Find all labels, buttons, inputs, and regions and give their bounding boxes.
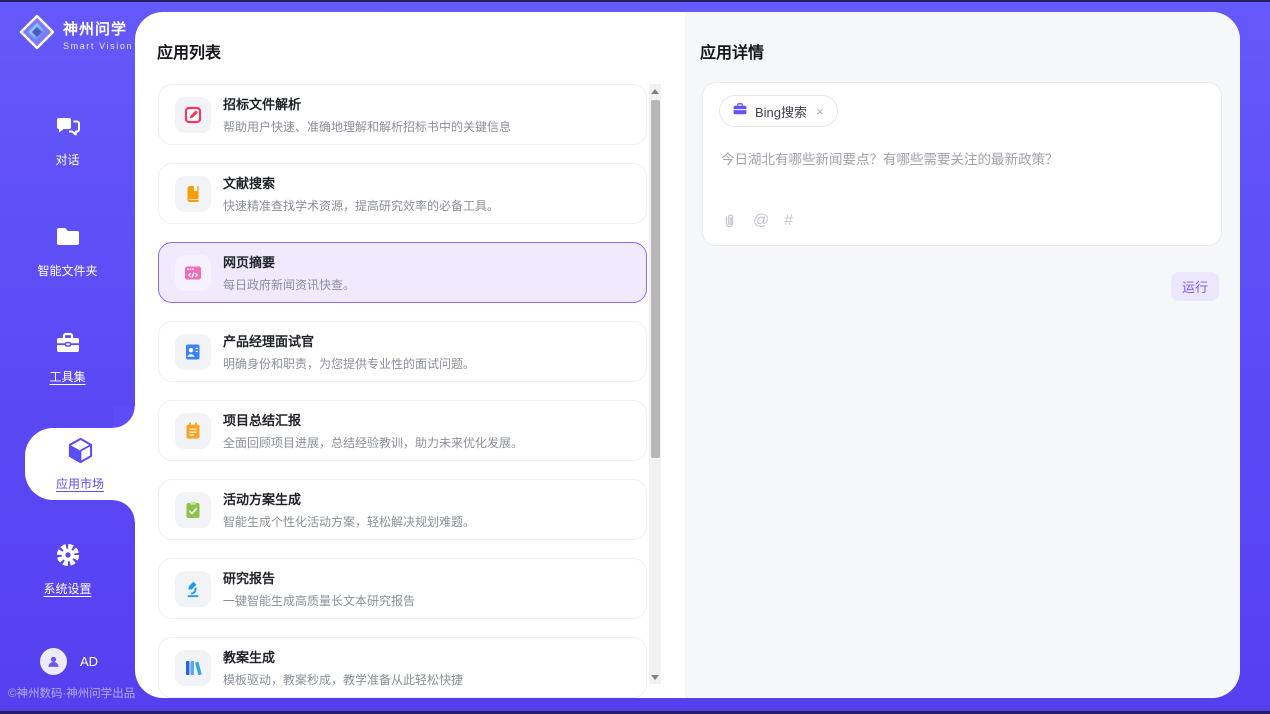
app-list: 招标文件解析 帮助用户快速、准确地理解和解析招标书中的关键信息 文献搜索 快速精… bbox=[158, 84, 647, 698]
app-list-title: 应用列表 bbox=[157, 39, 221, 63]
mention-icon[interactable]: @ bbox=[753, 212, 769, 230]
tool-chip-label: Bing搜索 bbox=[755, 102, 807, 121]
app-card-title: 网页摘要 bbox=[223, 252, 355, 271]
tool-chip-bing-search[interactable]: Bing搜索 × bbox=[719, 95, 838, 127]
sidebar-item-smart-folder[interactable]: 智能文件夹 bbox=[0, 223, 135, 279]
event-plan-icon bbox=[175, 492, 211, 528]
app-card-title: 招标文件解析 bbox=[223, 94, 511, 113]
sidebar-item-settings[interactable]: 系统设置 bbox=[0, 541, 135, 597]
sidebar-item-chat[interactable]: 对话 bbox=[0, 112, 135, 168]
app-card-tender-parse[interactable]: 招标文件解析 帮助用户快速、准确地理解和解析招标书中的关键信息 bbox=[158, 84, 647, 145]
chip-close-icon[interactable]: × bbox=[814, 104, 826, 119]
sidebar-item-toolset[interactable]: 工具集 bbox=[0, 329, 135, 385]
attachment-icon[interactable] bbox=[721, 213, 738, 230]
brand-name: 神州问学 bbox=[63, 18, 133, 39]
sidebar-item-app-market[interactable]: 应用市场 bbox=[25, 428, 135, 500]
app-list-scrollbar[interactable] bbox=[649, 84, 661, 684]
sidebar-item-label: 智能文件夹 bbox=[37, 262, 97, 279]
app-card-description: 明确身份和职责，为您提供专业性的面试问题。 bbox=[223, 355, 475, 372]
scroll-up-arrow-icon[interactable] bbox=[649, 85, 661, 97]
app-card-description: 帮助用户快速、准确地理解和解析招标书中的关键信息 bbox=[223, 118, 511, 135]
hashtag-icon[interactable]: # bbox=[784, 212, 793, 230]
app-card-pm-interviewer[interactable]: 产品经理面试官 明确身份和职责，为您提供专业性的面试问题。 bbox=[158, 321, 647, 382]
scrollbar-thumb[interactable] bbox=[651, 100, 660, 458]
app-card-project-summary[interactable]: 项目总结汇报 全面回顾项目进展，总结经验教训，助力未来优化发展。 bbox=[158, 400, 647, 461]
app-card-research-report[interactable]: 研究报告 一键智能生成高质量长文本研究报告 bbox=[158, 558, 647, 619]
briefcase-icon bbox=[732, 101, 748, 122]
user-account[interactable]: AD bbox=[40, 648, 98, 675]
sidebar-item-label: 对话 bbox=[55, 151, 79, 168]
cube-icon bbox=[66, 436, 95, 470]
main-panel: 应用列表 招标文件解析 帮助用户快速、准确地理解和解析招标书中的关键信息 bbox=[135, 12, 1240, 698]
app-detail-card: Bing搜索 × 今日湖北有哪些新闻要点？有哪些需要关注的最新政策？ @ # bbox=[702, 82, 1222, 246]
app-card-title: 教案生成 bbox=[223, 647, 463, 666]
toolbox-icon bbox=[54, 329, 82, 362]
app-card-title: 文献搜索 bbox=[223, 173, 499, 192]
sidebar-item-label: 应用市场 bbox=[56, 475, 104, 492]
run-button[interactable]: 运行 bbox=[1171, 272, 1219, 301]
app-card-description: 智能生成个性化活动方案，轻松解决规划难题。 bbox=[223, 513, 475, 530]
app-card-description: 全面回顾项目进展，总结经验教训，助力未来优化发展。 bbox=[223, 434, 523, 451]
app-card-lesson-plan[interactable]: 教案生成 模板驱动，教案秒成，教学准备从此轻松快捷 bbox=[158, 637, 647, 698]
app-card-webpage-summary[interactable]: 网页摘要 每日政府新闻资讯快查。 bbox=[158, 242, 647, 303]
app-detail-title: 应用详情 bbox=[700, 39, 764, 63]
app-card-description: 一键智能生成高质量长文本研究报告 bbox=[223, 592, 415, 609]
app-card-title: 活动方案生成 bbox=[223, 489, 475, 508]
app-card-description: 快速精准查找学术资源，提高研究效率的必备工具。 bbox=[223, 197, 499, 214]
app-card-event-plan[interactable]: 活动方案生成 智能生成个性化活动方案，轻松解决规划难题。 bbox=[158, 479, 647, 540]
project-summary-icon bbox=[175, 413, 211, 449]
webpage-summary-icon bbox=[175, 255, 211, 291]
input-toolbar: @ # bbox=[721, 212, 793, 230]
lesson-plan-icon bbox=[175, 650, 211, 686]
tender-parse-icon bbox=[175, 97, 211, 133]
research-report-icon bbox=[175, 571, 211, 607]
app-card-description: 每日政府新闻资讯快查。 bbox=[223, 276, 355, 293]
sidebar-item-label: 系统设置 bbox=[43, 580, 91, 597]
folder-icon bbox=[54, 223, 82, 256]
app-card-description: 模板驱动，教案秒成，教学准备从此轻松快捷 bbox=[223, 671, 463, 688]
query-input[interactable]: 今日湖北有哪些新闻要点？有哪些需要关注的最新政策？ bbox=[721, 150, 1199, 170]
gear-icon bbox=[54, 541, 82, 574]
brand-logo: 神州问学 Smart Vision bbox=[18, 13, 133, 56]
app-card-literature-search[interactable]: 文献搜索 快速精准查找学术资源，提高研究效率的必备工具。 bbox=[158, 163, 647, 224]
scroll-down-arrow-icon[interactable] bbox=[649, 671, 661, 683]
avatar bbox=[40, 648, 67, 675]
copyright-text: ©神州数码·神州问学出品 bbox=[8, 685, 135, 701]
user-name: AD bbox=[80, 654, 98, 669]
pm-interviewer-icon bbox=[175, 334, 211, 370]
chat-icon bbox=[54, 112, 82, 145]
diamond-logo-icon bbox=[18, 13, 56, 56]
app-card-title: 产品经理面试官 bbox=[223, 331, 475, 350]
brand-subtitle: Smart Vision bbox=[63, 41, 133, 51]
app-card-title: 项目总结汇报 bbox=[223, 410, 523, 429]
sidebar-item-label: 工具集 bbox=[49, 368, 85, 385]
app-card-title: 研究报告 bbox=[223, 568, 415, 587]
literature-search-icon bbox=[175, 176, 211, 212]
sidebar: 神州问学 Smart Vision 对话 智能文件夹 bbox=[0, 2, 135, 711]
